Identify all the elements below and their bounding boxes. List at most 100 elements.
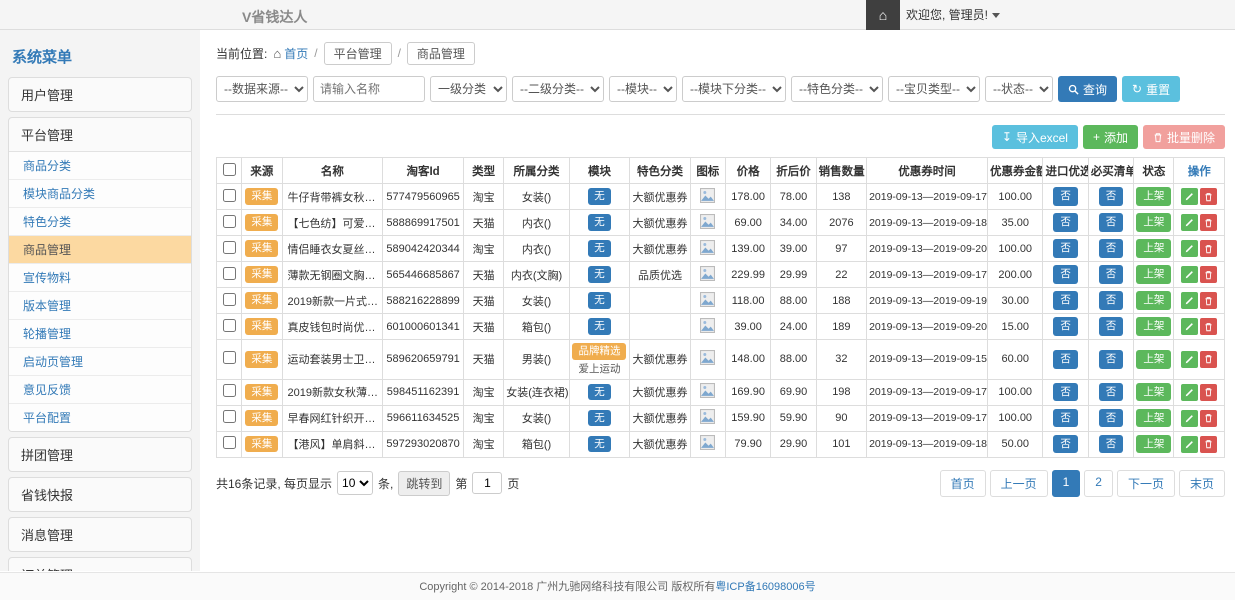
page-size-select[interactable]: 10 xyxy=(337,471,373,495)
status-button[interactable]: 上架 xyxy=(1136,265,1171,284)
sidebar-item[interactable]: 拼团管理 xyxy=(9,438,191,471)
user-menu[interactable]: 欢迎您, 管理员! xyxy=(906,0,1000,30)
sidebar-subitem[interactable]: 模块商品分类 xyxy=(9,179,191,207)
must-buy-toggle[interactable]: 否 xyxy=(1099,350,1124,369)
delete-button[interactable] xyxy=(1200,384,1217,401)
sidebar-item[interactable]: 订单管理 xyxy=(9,558,191,571)
edit-button[interactable] xyxy=(1181,240,1198,257)
import-select-toggle[interactable]: 否 xyxy=(1053,383,1078,402)
import-select-toggle[interactable]: 否 xyxy=(1053,213,1078,232)
sidebar-subitem[interactable]: 版本管理 xyxy=(9,291,191,319)
edit-button[interactable] xyxy=(1181,266,1198,283)
must-buy-toggle[interactable]: 否 xyxy=(1099,213,1124,232)
import-select-toggle[interactable]: 否 xyxy=(1053,409,1078,428)
edit-button[interactable] xyxy=(1181,292,1198,309)
home-button[interactable]: ⌂ xyxy=(866,0,900,30)
page-button[interactable]: 1 xyxy=(1052,470,1081,497)
batch-delete-button[interactable]: 批量删除 xyxy=(1143,125,1225,149)
row-checkbox[interactable] xyxy=(223,319,236,332)
page-button[interactable]: 首页 xyxy=(940,470,986,497)
filter-select[interactable]: --状态-- xyxy=(985,76,1053,102)
delete-button[interactable] xyxy=(1200,436,1217,453)
sidebar-item[interactable]: 消息管理 xyxy=(9,518,191,551)
import-select-toggle[interactable]: 否 xyxy=(1053,317,1078,336)
breadcrumb-home-link[interactable]: ⌂首页 xyxy=(273,45,308,62)
import-select-toggle[interactable]: 否 xyxy=(1053,435,1078,454)
filter-select[interactable]: --二级分类-- xyxy=(512,76,604,102)
select-all-checkbox[interactable] xyxy=(223,163,236,176)
import-select-toggle[interactable]: 否 xyxy=(1053,239,1078,258)
sidebar-subitem[interactable]: 商品分类 xyxy=(9,152,191,179)
edit-button[interactable] xyxy=(1181,351,1198,368)
delete-button[interactable] xyxy=(1200,410,1217,427)
sidebar-subitem[interactable]: 启动页管理 xyxy=(9,347,191,375)
must-buy-toggle[interactable]: 否 xyxy=(1099,187,1124,206)
status-button[interactable]: 上架 xyxy=(1136,435,1171,454)
page-button[interactable]: 末页 xyxy=(1179,470,1225,497)
delete-button[interactable] xyxy=(1200,318,1217,335)
import-excel-button[interactable]: ↧ 导入excel xyxy=(992,125,1078,149)
status-button[interactable]: 上架 xyxy=(1136,187,1171,206)
row-checkbox[interactable] xyxy=(223,241,236,254)
must-buy-toggle[interactable]: 否 xyxy=(1099,317,1124,336)
delete-button[interactable] xyxy=(1200,292,1217,309)
status-button[interactable]: 上架 xyxy=(1136,291,1171,310)
sidebar-subitem[interactable]: 商品管理 xyxy=(9,235,191,263)
status-button[interactable]: 上架 xyxy=(1136,383,1171,402)
breadcrumb-item[interactable]: 商品管理 xyxy=(407,42,475,65)
icp-link[interactable]: 粤ICP备16098006号 xyxy=(715,581,815,593)
status-button[interactable]: 上架 xyxy=(1136,317,1171,336)
must-buy-toggle[interactable]: 否 xyxy=(1099,239,1124,258)
delete-button[interactable] xyxy=(1200,351,1217,368)
add-button[interactable]: + 添加 xyxy=(1083,125,1138,149)
row-checkbox[interactable] xyxy=(223,436,236,449)
jump-page-input[interactable] xyxy=(472,472,502,494)
filter-select[interactable]: 一级分类 xyxy=(430,76,507,102)
must-buy-toggle[interactable]: 否 xyxy=(1099,409,1124,428)
delete-button[interactable] xyxy=(1200,214,1217,231)
sidebar-subitem[interactable]: 意见反馈 xyxy=(9,375,191,403)
filter-select[interactable]: --特色分类-- xyxy=(791,76,883,102)
status-button[interactable]: 上架 xyxy=(1136,239,1171,258)
filter-select[interactable]: --模块下分类-- xyxy=(682,76,786,102)
page-button[interactable]: 下一页 xyxy=(1117,470,1175,497)
sidebar-subitem[interactable]: 平台配置 xyxy=(9,403,191,431)
page-button[interactable]: 2 xyxy=(1084,470,1113,497)
name-search-input[interactable] xyxy=(313,76,425,102)
import-select-toggle[interactable]: 否 xyxy=(1053,265,1078,284)
edit-button[interactable] xyxy=(1181,214,1198,231)
row-checkbox[interactable] xyxy=(223,351,236,364)
sidebar-subitem[interactable]: 特色分类 xyxy=(9,207,191,235)
sidebar-subitem[interactable]: 轮播管理 xyxy=(9,319,191,347)
must-buy-toggle[interactable]: 否 xyxy=(1099,265,1124,284)
edit-button[interactable] xyxy=(1181,188,1198,205)
import-select-toggle[interactable]: 否 xyxy=(1053,291,1078,310)
filter-select[interactable]: --数据来源-- xyxy=(216,76,308,102)
sidebar-item[interactable]: 省钱快报 xyxy=(9,478,191,511)
must-buy-toggle[interactable]: 否 xyxy=(1099,435,1124,454)
must-buy-toggle[interactable]: 否 xyxy=(1099,291,1124,310)
row-checkbox[interactable] xyxy=(223,267,236,280)
edit-button[interactable] xyxy=(1181,436,1198,453)
search-button[interactable]: 查询 xyxy=(1058,76,1117,102)
page-button[interactable]: 上一页 xyxy=(990,470,1048,497)
sidebar-subitem[interactable]: 宣传物料 xyxy=(9,263,191,291)
delete-button[interactable] xyxy=(1200,266,1217,283)
row-checkbox[interactable] xyxy=(223,215,236,228)
delete-button[interactable] xyxy=(1200,188,1217,205)
row-checkbox[interactable] xyxy=(223,410,236,423)
row-checkbox[interactable] xyxy=(223,189,236,202)
edit-button[interactable] xyxy=(1181,410,1198,427)
row-checkbox[interactable] xyxy=(223,384,236,397)
status-button[interactable]: 上架 xyxy=(1136,213,1171,232)
sidebar-item[interactable]: 平台管理 xyxy=(9,118,191,151)
import-select-toggle[interactable]: 否 xyxy=(1053,187,1078,206)
import-select-toggle[interactable]: 否 xyxy=(1053,350,1078,369)
row-checkbox[interactable] xyxy=(223,293,236,306)
must-buy-toggle[interactable]: 否 xyxy=(1099,383,1124,402)
filter-select[interactable]: --模块-- xyxy=(609,76,677,102)
reset-button[interactable]: ↻ 重置 xyxy=(1122,76,1180,102)
filter-select[interactable]: --宝贝类型-- xyxy=(888,76,980,102)
edit-button[interactable] xyxy=(1181,384,1198,401)
breadcrumb-item[interactable]: 平台管理 xyxy=(324,42,392,65)
